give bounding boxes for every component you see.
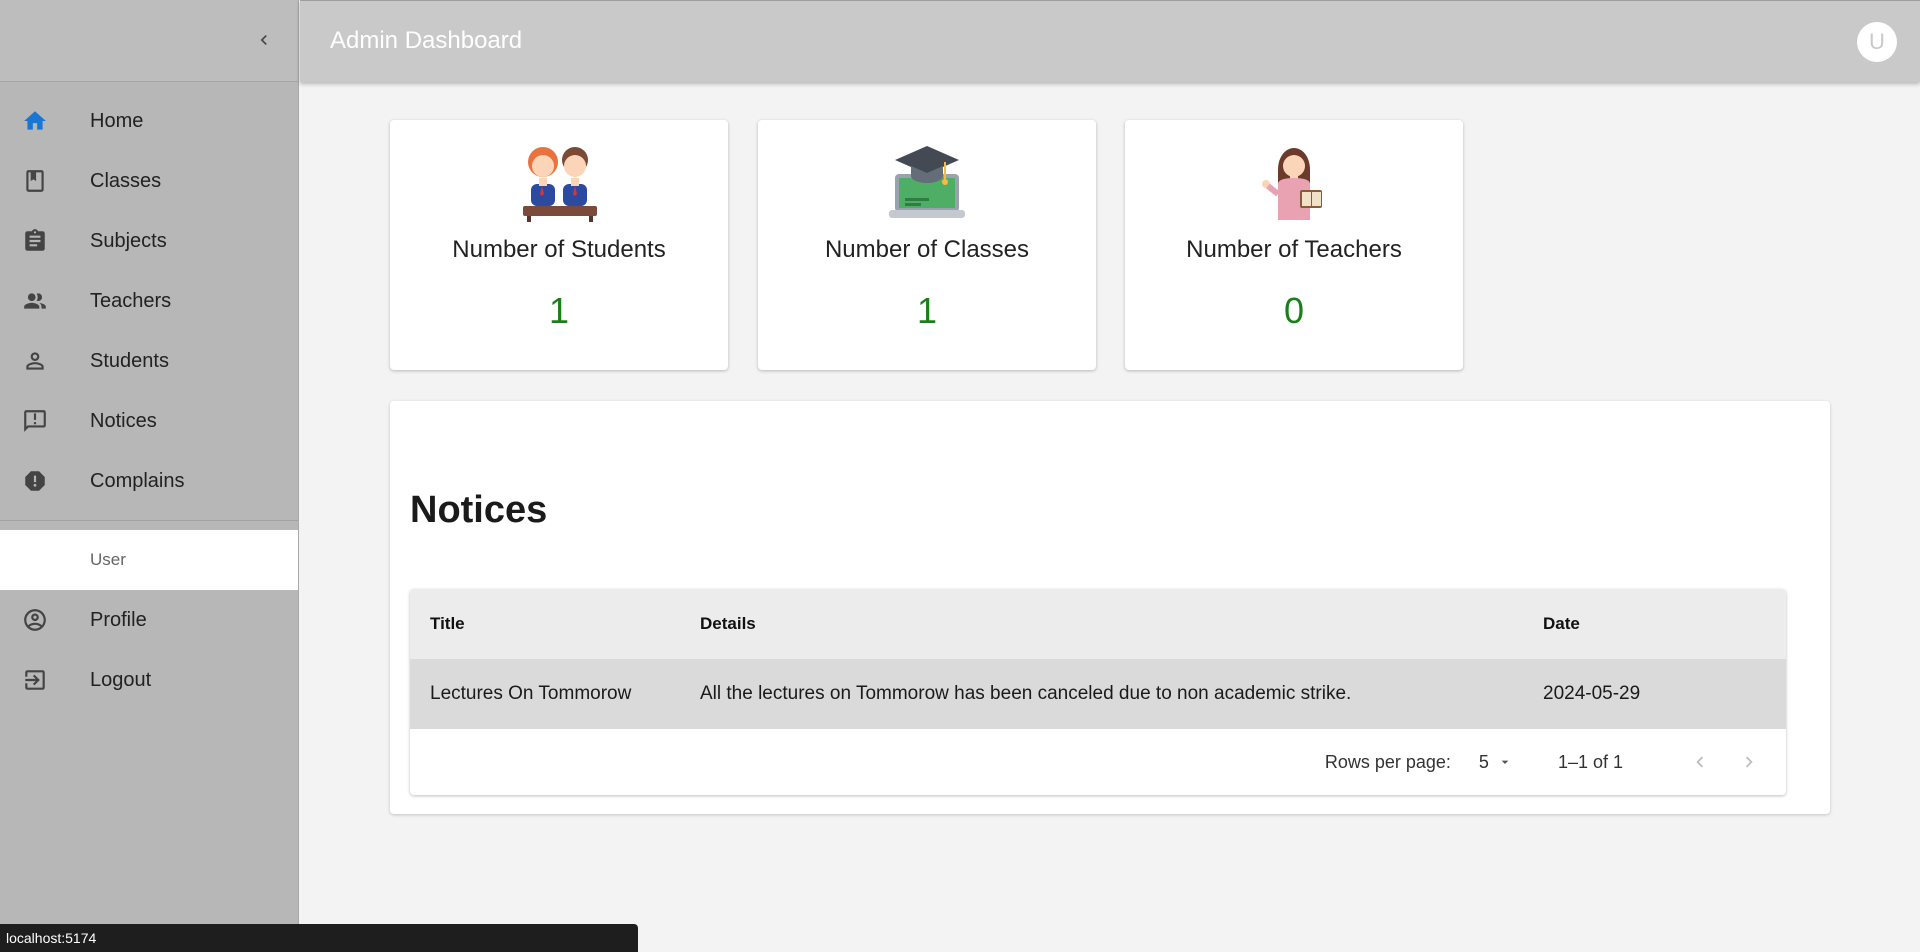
sidebar-item-classes[interactable]: Classes	[0, 151, 298, 211]
sidebar-item-notices[interactable]: Notices	[0, 391, 298, 451]
stat-value: 0	[1283, 290, 1305, 331]
sidebar-item-label: Home	[90, 109, 144, 132]
previous-page-button[interactable]	[1683, 745, 1717, 779]
home-icon	[24, 111, 46, 130]
sidebar-item-students[interactable]: Students	[0, 331, 298, 391]
graduation-laptop-icon	[889, 146, 965, 218]
rows-per-page-select[interactable]: 5	[1479, 752, 1513, 773]
teacher-illustration-icon	[1262, 148, 1322, 220]
stat-card-students: Number of Students 1	[390, 120, 728, 370]
table-header: Title Details Date	[410, 589, 1786, 659]
chevron-left-icon	[260, 35, 267, 45]
cell-details: All the lectures on Tommorow has been ca…	[700, 683, 1352, 704]
table-pagination: Rows per page: 5 1–1 of 1	[410, 729, 1786, 795]
sidebar-item-label: Profile	[90, 608, 147, 631]
notices-table: Title Details Date Lectures On Tommorow …	[410, 589, 1786, 795]
stat-card-classes: Number of Classes 1	[758, 120, 1096, 370]
avatar[interactable]: U	[1857, 22, 1897, 62]
sidebar-item-label: Logout	[90, 668, 152, 691]
column-header-details[interactable]: Details	[700, 614, 1543, 634]
collapse-drawer-button[interactable]	[246, 22, 282, 58]
sidebar-item-label: Classes	[90, 169, 162, 192]
notices-panel: Notices Title Details Date Lectures On T…	[390, 401, 1830, 814]
browser-status-bar: localhost:5174	[0, 924, 638, 952]
stat-title: Number of Teachers	[1186, 236, 1402, 263]
sidebar-toolbar	[0, 0, 298, 82]
assignment-icon	[25, 229, 45, 251]
column-header-title[interactable]: Title	[410, 614, 700, 634]
user-nav: Profile Logout	[0, 590, 298, 710]
teachers-icon	[24, 293, 46, 309]
person-icon	[26, 352, 44, 370]
sidebar-item-label: Teachers	[90, 289, 172, 312]
sidebar-item-label: Subjects	[90, 229, 167, 252]
students-illustration-icon	[523, 147, 597, 222]
stat-title: Number of Classes	[824, 236, 1030, 263]
page-title: Admin Dashboard	[330, 27, 523, 54]
stat-card-teachers: Number of Teachers 0	[1125, 120, 1463, 370]
table-row[interactable]: Lectures On Tommorow All the lectures on…	[410, 659, 1786, 729]
sidebar-item-profile[interactable]: Profile	[0, 590, 298, 650]
cell-date: 2024-05-29	[1543, 683, 1641, 704]
sidebar-item-complains[interactable]: Complains	[0, 451, 298, 511]
stat-value: 1	[916, 290, 938, 331]
notices-title: Notices	[410, 489, 548, 531]
sidebar-item-home[interactable]: Home	[0, 91, 298, 151]
sidebar-item-logout[interactable]: Logout	[0, 650, 298, 710]
sidebar-item-label: Students	[90, 349, 169, 372]
cell-title: Lectures On Tommorow	[430, 683, 632, 704]
announcement-icon	[24, 410, 46, 432]
rows-per-page-label: Rows per page:	[1324, 751, 1451, 772]
sidebar: Home Classes Subjects Teachers Students …	[0, 0, 299, 952]
sidebar-divider	[0, 520, 298, 521]
next-page-button[interactable]	[1732, 745, 1766, 779]
chevron-left-icon	[1696, 756, 1704, 768]
sidebar-item-teachers[interactable]: Teachers	[0, 271, 298, 331]
main-nav: Home Classes Subjects Teachers Students …	[0, 82, 298, 511]
rows-per-page-value: 5	[1478, 751, 1489, 772]
report-icon	[25, 471, 45, 491]
arrow-drop-down-icon	[1501, 760, 1509, 764]
sidebar-section-user: User	[0, 530, 298, 590]
sidebar-item-label: Notices	[90, 409, 157, 432]
column-header-date[interactable]: Date	[1543, 614, 1786, 634]
logout-icon	[25, 670, 45, 690]
class-icon	[26, 170, 44, 192]
sidebar-item-label: Complains	[90, 469, 185, 492]
stat-title: Number of Students	[452, 236, 666, 263]
sidebar-item-subjects[interactable]: Subjects	[0, 211, 298, 271]
chevron-right-icon	[1745, 756, 1753, 768]
account-circle-icon	[24, 609, 46, 631]
pagination-range: 1–1 of 1	[1557, 751, 1623, 772]
stat-value: 1	[548, 290, 570, 331]
app-bar: Admin Dashboard U	[300, 0, 1920, 82]
